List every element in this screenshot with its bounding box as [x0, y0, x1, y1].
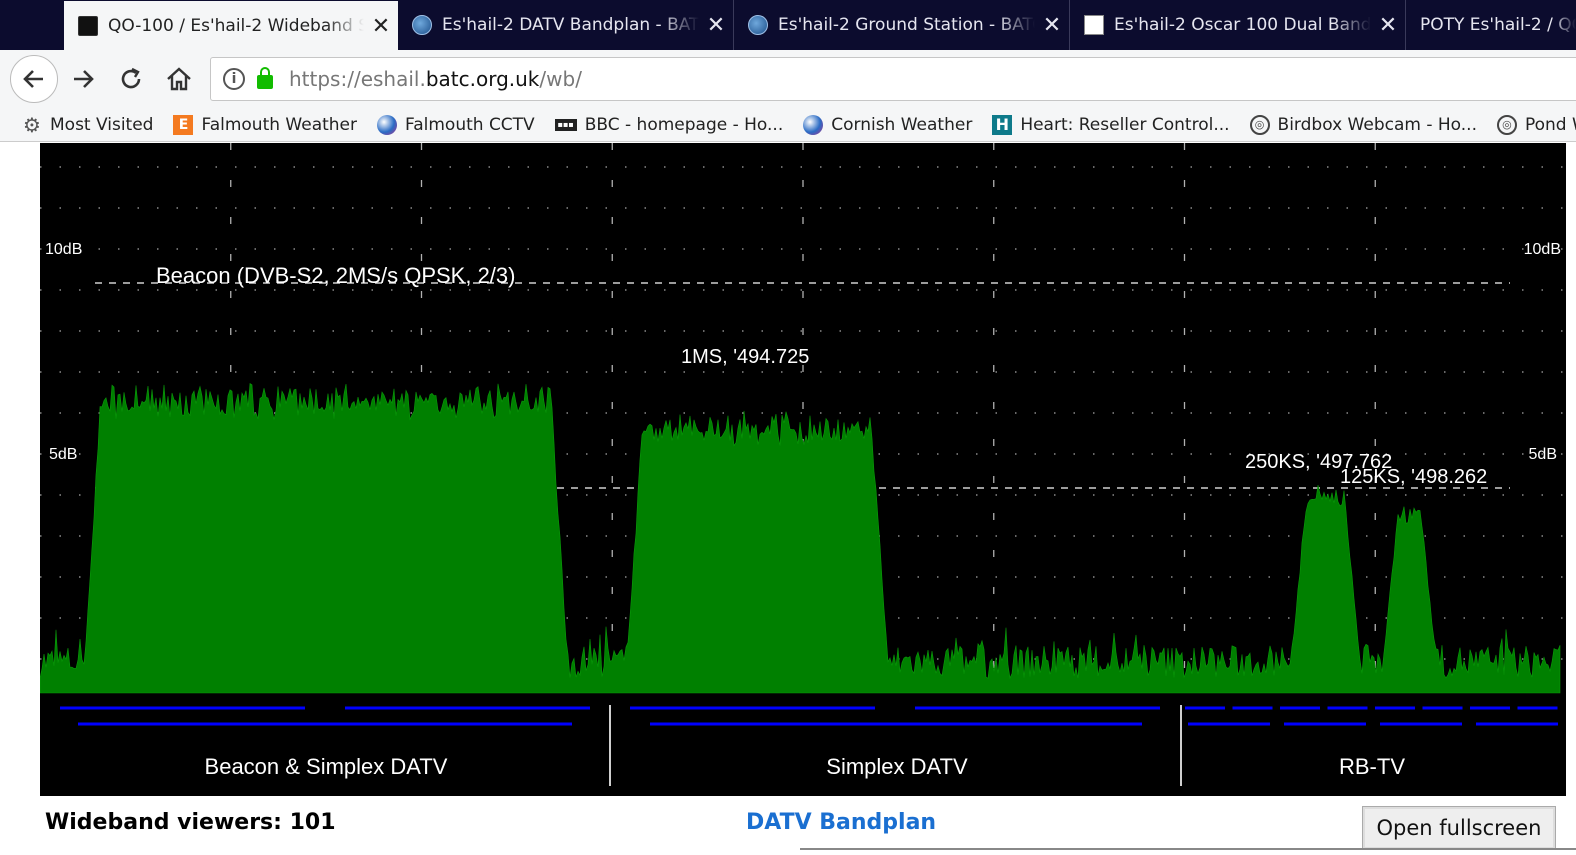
batc-icon — [412, 15, 432, 35]
forward-button[interactable] — [62, 58, 104, 100]
section-label-rbtv: RB-TV — [1339, 754, 1405, 779]
url-path: /wb/ — [539, 67, 582, 91]
tab-poty[interactable]: POTY Es'hail-2 / QO-100 — [1406, 0, 1576, 50]
annotation-beacon: Beacon (DVB-S2, 2MS/s QPSK, 2/3) — [156, 263, 515, 288]
h-logo-icon: H — [992, 114, 1013, 135]
url-prefix: https://eshail. — [289, 67, 426, 91]
tab-wideband-spectrum[interactable]: QO-100 / Es'hail-2 Wideband Spectrum ✕ — [64, 1, 398, 51]
tab-title: Es'hail-2 Oscar 100 Dual Band Feed — [1114, 15, 1371, 35]
tab-title: POTY Es'hail-2 / QO-100 — [1420, 15, 1576, 35]
firefox-icon — [377, 114, 397, 135]
bookmark-bbc[interactable]: ▪▪▪ BBC - homepage - Ho... — [554, 114, 784, 135]
db-label-5-left: 5dB — [49, 446, 77, 463]
gear-icon: ⚙ — [23, 112, 41, 137]
tab-title: QO-100 / Es'hail-2 Wideband Spectrum — [108, 16, 364, 36]
url-bar[interactable]: i https://eshail.batc.org.uk/wb/ — [210, 57, 1576, 101]
bookmark-heart-reseller[interactable]: H Heart: Reseller Control... — [992, 114, 1230, 135]
bookmark-falmouth-weather[interactable]: E Falmouth Weather — [173, 114, 357, 135]
globe-icon: ◎ — [1249, 114, 1270, 135]
tab-dual-band-feed[interactable]: Es'hail-2 Oscar 100 Dual Band Feed ✕ — [1070, 0, 1406, 50]
datv-bandplan-link[interactable]: DATV Bandplan — [746, 810, 936, 835]
db-label-10-left: 10dB — [45, 241, 82, 258]
bookmark-cornish-weather[interactable]: Cornish Weather — [803, 114, 973, 135]
info-icon[interactable]: i — [223, 68, 245, 90]
tab-title: Es'hail-2 Ground Station - BATC — [778, 15, 1035, 35]
signal-trace-path — [40, 382, 1561, 694]
e-logo-icon: E — [173, 114, 194, 135]
reload-icon — [121, 67, 141, 89]
tab-datv-bandplan[interactable]: Es'hail-2 DATV Bandplan - BATC ✕ — [398, 0, 734, 50]
open-fullscreen-button[interactable]: Open fullscreen — [1362, 806, 1556, 850]
bookmark-pond-webcam[interactable]: ◎ Pond Webcam — [1496, 114, 1576, 135]
bookmark-label: Pond Webcam — [1524, 114, 1576, 135]
bookmark-label: Falmouth CCTV — [405, 114, 535, 135]
globe-icon: ◎ — [1496, 114, 1517, 135]
home-icon — [167, 67, 191, 91]
bookmark-label: Birdbox Webcam - Ho... — [1277, 114, 1477, 135]
scroll-edge — [800, 848, 1576, 855]
bookmark-label: Heart: Reseller Control... — [1020, 114, 1230, 135]
tab-strip: QO-100 / Es'hail-2 Wideband Spectrum ✕ E… — [0, 0, 1576, 51]
bookmark-most-visited[interactable]: ⚙ Most Visited — [22, 112, 154, 137]
close-icon[interactable]: ✕ — [699, 13, 733, 38]
navigation-bar: i https://eshail.batc.org.uk/wb/ — [0, 50, 1576, 108]
lock-icon[interactable] — [257, 67, 273, 89]
url-host: batc.org.uk — [425, 67, 540, 91]
close-icon[interactable]: ✕ — [1371, 13, 1405, 38]
spectrum-canvas: 10dB 10dB 5dB 5dB Beacon (DVB-S2, 2MS/s … — [40, 143, 1566, 786]
tab-ground-station[interactable]: Es'hail-2 Ground Station - BATC ✕ — [734, 0, 1070, 50]
url-text[interactable]: https://eshail.batc.org.uk/wb/ — [289, 67, 582, 91]
reload-button[interactable] — [110, 58, 152, 100]
wideband-spectrum-display: 10dB 10dB 5dB 5dB Beacon (DVB-S2, 2MS/s … — [40, 143, 1566, 796]
close-icon[interactable]: ✕ — [1035, 13, 1069, 38]
section-label-simplex: Simplex DATV — [826, 754, 968, 779]
tab-title: Es'hail-2 DATV Bandplan - BATC — [442, 15, 699, 35]
annotation-125ks: 125KS, '498.262 — [1340, 466, 1487, 488]
annotation-1ms: 1MS, '494.725 — [681, 346, 809, 368]
satellite-icon — [1084, 15, 1104, 35]
bookmark-label: Most Visited — [50, 114, 154, 135]
bookmarks-toolbar: ⚙ Most Visited E Falmouth Weather Falmouth… — [0, 108, 1576, 142]
forward-arrow-icon — [74, 70, 94, 88]
terminal-icon — [78, 16, 98, 36]
signal-trace — [40, 382, 1561, 694]
home-button[interactable] — [158, 58, 200, 100]
db-label-5-right: 5dB — [1529, 446, 1557, 463]
bookmark-falmouth-cctv[interactable]: Falmouth CCTV — [377, 114, 535, 135]
bookmark-label: Falmouth Weather — [201, 114, 357, 135]
bbc-icon: ▪▪▪ — [554, 118, 577, 131]
close-icon[interactable]: ✕ — [364, 14, 398, 39]
firefox-icon — [803, 114, 824, 135]
section-label-beacon-simplex: Beacon & Simplex DATV — [205, 754, 448, 779]
bookmark-label: Cornish Weather — [831, 114, 973, 135]
db-label-10-right: 10dB — [1524, 241, 1561, 258]
batc-icon — [748, 15, 768, 35]
back-button[interactable] — [10, 55, 58, 103]
bookmark-label: BBC - homepage - Ho... — [584, 114, 784, 135]
channel-bars — [60, 706, 1558, 726]
wideband-viewers-count: Wideband viewers: 101 — [45, 810, 336, 835]
bookmark-birdbox-webcam[interactable]: ◎ Birdbox Webcam - Ho... — [1249, 114, 1477, 135]
back-arrow-icon — [23, 70, 43, 88]
